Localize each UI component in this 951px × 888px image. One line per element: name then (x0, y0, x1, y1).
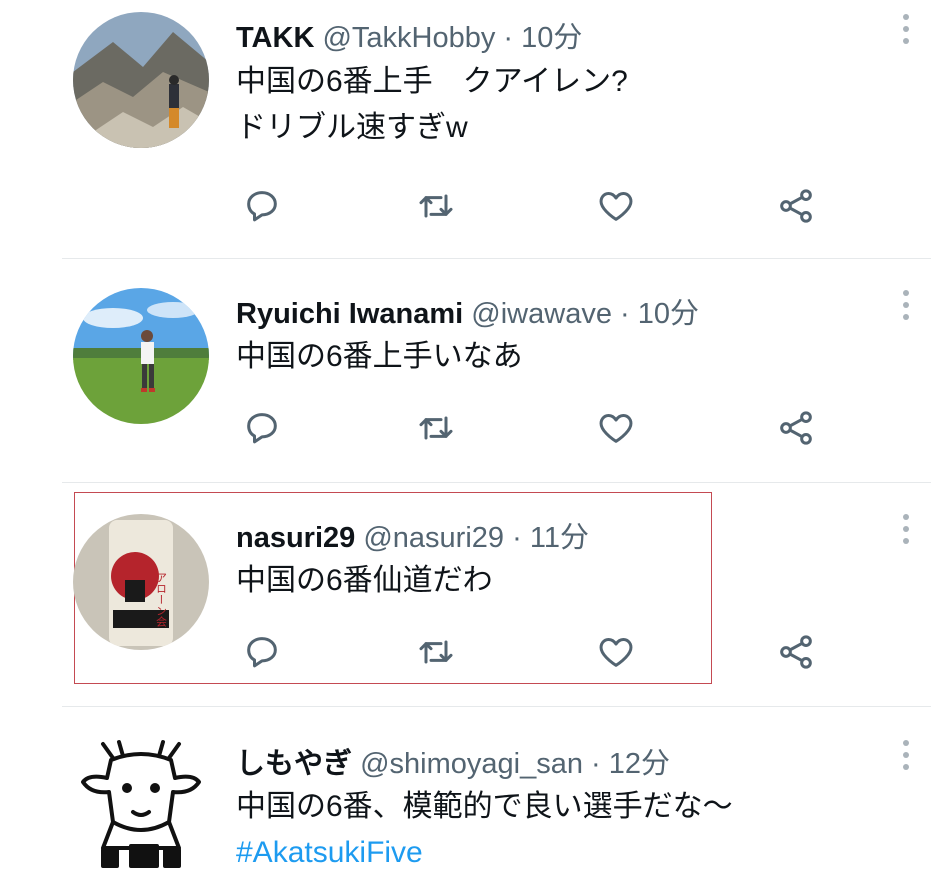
avatar[interactable] (73, 738, 209, 874)
tweet-header: nasuri29 @nasuri29 · 11分 (236, 514, 589, 556)
hashtag-link[interactable]: #AkatsukiFive (236, 830, 733, 876)
display-name[interactable]: しもやぎ (236, 748, 352, 780)
more-options-icon[interactable] (898, 740, 914, 776)
tweet-text-line: 中国の6番、模範的で良い選手だな〜 (236, 790, 733, 823)
timestamp[interactable]: 10分 (521, 22, 582, 54)
separator-dot: · (591, 748, 601, 780)
tweet[interactable]: Ryuichi Iwanami @iwawave · 10分 中国の6番上手いな… (0, 260, 951, 482)
reply-icon[interactable] (242, 408, 286, 452)
like-icon[interactable] (596, 632, 640, 676)
tweet[interactable]: アローン会 nasuri29 @nasuri29 · 11分 中国の6番仙道だわ (0, 484, 951, 706)
like-icon[interactable] (596, 186, 640, 230)
avatar[interactable] (73, 288, 209, 424)
tweet-text: 中国の6番上手いなあ (236, 334, 523, 380)
timestamp[interactable]: 12分 (609, 748, 670, 780)
tweet-actions (236, 632, 836, 676)
retweet-icon[interactable] (416, 632, 460, 676)
display-name[interactable]: Ryuichi Iwanami (236, 298, 463, 330)
tweet-text-line: ドリブル速すぎw (236, 111, 468, 144)
tweet-text-line: 中国の6番上手いなあ (236, 340, 523, 373)
tweet-header: TAKK @TakkHobby · 10分 (236, 14, 582, 56)
timestamp[interactable]: 11分 (530, 522, 589, 554)
tweet-divider (62, 482, 931, 483)
more-options-icon[interactable] (898, 14, 914, 50)
retweet-icon[interactable] (416, 186, 460, 230)
user-handle[interactable]: @shimoyagi_san (360, 748, 583, 780)
user-handle[interactable]: @nasuri29 (363, 522, 504, 554)
avatar[interactable]: アローン会 (73, 514, 209, 650)
tweet-text: 中国の6番仙道だわ (236, 558, 493, 604)
tweet-actions (236, 186, 836, 230)
avatar[interactable] (73, 12, 209, 148)
tweet-text-line: 中国の6番上手 クアイレン? (236, 65, 628, 98)
share-icon[interactable] (776, 186, 820, 230)
display-name[interactable]: TAKK (236, 22, 314, 54)
timestamp[interactable]: 10分 (638, 298, 699, 330)
reply-icon[interactable] (242, 632, 286, 676)
tweet-text: 中国の6番、模範的で良い選手だな〜 #AkatsukiFive (236, 784, 733, 876)
tweet-text-line: 中国の6番仙道だわ (236, 564, 493, 597)
separator-dot: · (503, 22, 514, 54)
share-icon[interactable] (776, 632, 820, 676)
reply-icon[interactable] (242, 186, 286, 230)
tweet-header: しもやぎ @shimoyagi_san · 12分 (236, 740, 670, 782)
display-name[interactable]: nasuri29 (236, 522, 355, 554)
separator-dot: · (620, 298, 630, 330)
share-icon[interactable] (776, 408, 820, 452)
user-handle[interactable]: @iwawave (471, 298, 612, 330)
tweet[interactable]: TAKK @TakkHobby · 10分 中国の6番上手 クアイレン? ドリブ… (0, 0, 951, 258)
tweet-text: 中国の6番上手 クアイレン? ドリブル速すぎw (236, 59, 628, 151)
retweet-icon[interactable] (416, 408, 460, 452)
tweet[interactable]: しもやぎ @shimoyagi_san · 12分 中国の6番、模範的で良い選手… (0, 708, 951, 888)
like-icon[interactable] (596, 408, 640, 452)
separator-dot: · (512, 522, 522, 554)
tweet-divider (62, 258, 931, 259)
more-options-icon[interactable] (898, 514, 914, 550)
avatar-text: アローン会 (155, 572, 168, 627)
tweet-actions (236, 408, 836, 452)
tweet-header: Ryuichi Iwanami @iwawave · 10分 (236, 290, 699, 332)
user-handle[interactable]: @TakkHobby (322, 22, 495, 54)
more-options-icon[interactable] (898, 290, 914, 326)
tweet-divider (62, 706, 931, 707)
